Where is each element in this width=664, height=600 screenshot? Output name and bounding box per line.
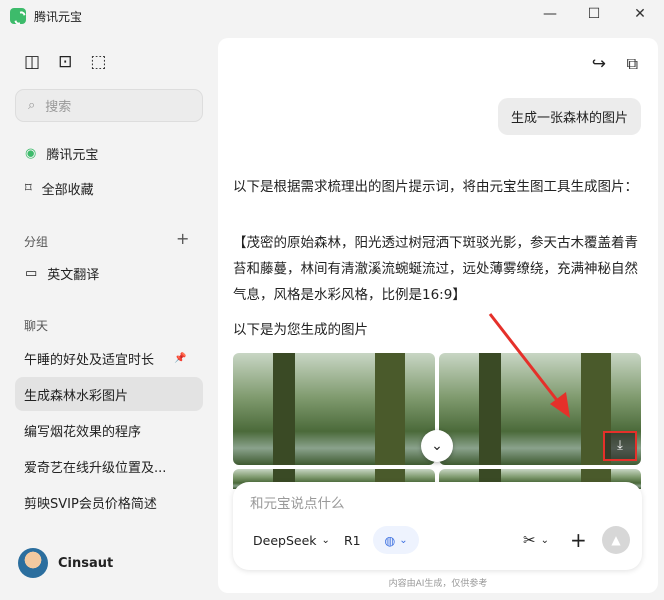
chat-panel: ↪ ⧉ 生成一张森林的图片 以下是根据需求梳理出的图片提示词，将由元宝生图工具生… (218, 38, 658, 593)
avatar (18, 548, 48, 578)
search-input[interactable]: ⌕ 搜索 (15, 89, 203, 122)
tools-button[interactable]: ✂ ⌄ (523, 526, 549, 554)
chat-item[interactable]: 编写烟花效果的程序 (15, 413, 203, 447)
pin-icon: 📌 (174, 352, 187, 364)
nav-favorites[interactable]: ⌑ 全部收藏 (15, 171, 203, 205)
globe-icon: ◍ (384, 532, 396, 548)
attach-plus-icon[interactable]: + (570, 526, 587, 554)
red-arrow-annotation (488, 313, 570, 418)
nav-yuanbao[interactable]: ◉ 腾讯元宝 (15, 136, 203, 170)
chat-item[interactable]: 生成森林水彩图片 (15, 377, 203, 411)
app-logo-icon (10, 8, 26, 24)
share-icon[interactable]: ↪ (592, 54, 606, 74)
maximize-button[interactable]: ☐ (584, 6, 604, 22)
window-title: 腾讯元宝 (34, 9, 83, 24)
sidebar: ◫ ⊡ ⬚ ⌕ 搜索 ◉ 腾讯元宝 ⌑ 全部收藏 分组 + ▭ 英文翻译 聊天 午睡的好… (0, 32, 216, 600)
download-icon[interactable]: ⤓ (603, 431, 637, 461)
images-intro: 以下是为您生成的图片 (233, 322, 368, 338)
reply-intro: 以下是根据需求梳理出的图片提示词，将由元宝生图工具生成图片： (233, 179, 638, 195)
chevron-down-icon: ⌄ (540, 534, 549, 546)
user-profile[interactable]: Cinsaut (18, 548, 113, 578)
bookmark-icon: ⌑ (25, 180, 32, 196)
chat-item[interactable]: 剪映SVIP会员价格简述 (15, 485, 203, 519)
folder-icon: ▭ (25, 265, 38, 281)
chats-title: 聊天 (24, 319, 49, 333)
yuanbao-icon: ◉ (25, 145, 37, 161)
chat-item[interactable]: 午睡的好处及适宜时长 📌 (15, 341, 203, 375)
send-button[interactable]: ▲ (602, 526, 630, 554)
temp-chat-icon[interactable]: ⬚ (90, 52, 106, 72)
scissors-icon: ✂ (523, 531, 536, 549)
disclaimer: 内容由AI生成，仅供参考 (388, 579, 488, 589)
web-search-toggle[interactable]: ◍ ⌄ (373, 526, 419, 554)
new-window-icon[interactable]: ⧉ (627, 54, 638, 74)
image-prompt: 【茂密的原始森林，阳光透过树冠洒下斑驳光影，参天古木覆盖着青苔和藤蔓，林间有清澈… (233, 235, 638, 303)
chevron-down-icon: ⌄ (399, 534, 408, 546)
generated-image[interactable] (233, 353, 435, 465)
add-group-button[interactable]: + (176, 229, 189, 248)
message-input[interactable]: 和元宝说点什么 (250, 492, 345, 512)
new-chat-icon[interactable]: ⊡ (58, 52, 72, 72)
groups-title: 分组 (24, 235, 49, 249)
chevron-down-icon: ⌄ (321, 534, 330, 546)
sidebar-toggle-icon[interactable]: ◫ (24, 52, 40, 72)
user-message: 生成一张森林的图片 (497, 98, 641, 135)
r1-toggle[interactable]: R1 (344, 526, 361, 554)
minimize-button[interactable]: — (540, 6, 560, 22)
message-composer: 和元宝说点什么 DeepSeek ⌄ R1 ◍ ⌄ ✂ ⌄ + ▲ (233, 482, 642, 570)
search-icon: ⌕ (28, 98, 36, 113)
scroll-down-button[interactable]: ⌄ (421, 430, 453, 462)
generated-images: ⤓ (233, 353, 641, 489)
model-selector[interactable]: DeepSeek ⌄ (253, 526, 330, 554)
group-item[interactable]: ▭ 英文翻译 (15, 256, 203, 290)
close-button[interactable]: ✕ (630, 6, 650, 22)
title-bar: 腾讯元宝 — ☐ ✕ (0, 0, 664, 32)
chat-item[interactable]: 爱奇艺在线升级位置及... (15, 449, 203, 483)
